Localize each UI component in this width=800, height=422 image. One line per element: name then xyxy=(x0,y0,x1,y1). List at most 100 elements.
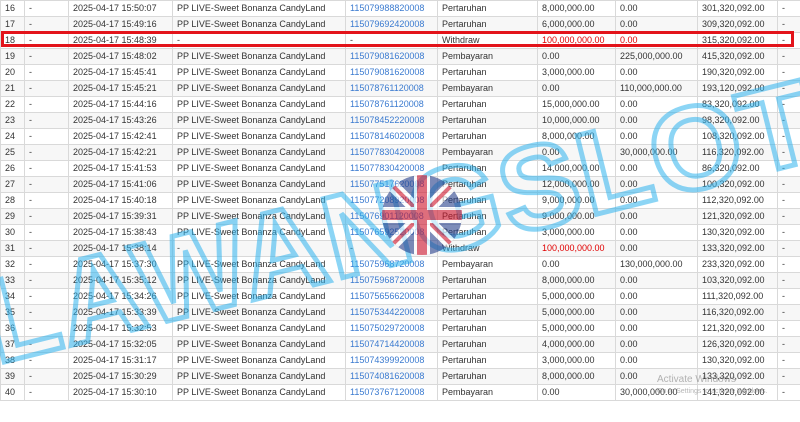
debit-amount-cell: 0.00 xyxy=(537,256,616,273)
trailing-dash-cell: - xyxy=(777,336,800,353)
debit-amount-cell: 5,000,000.00 xyxy=(537,320,616,337)
reference-link-cell[interactable]: 115077830420008 xyxy=(345,160,438,177)
reference-link-cell[interactable]: 115076901120008 xyxy=(345,208,438,225)
reference-link-cell[interactable]: 115075968720008 xyxy=(345,272,438,289)
dash-cell: - xyxy=(24,272,69,289)
reference-link-cell[interactable]: 115073767120008 xyxy=(345,384,438,401)
table-row: 16-2025-04-17 15:50:07 PP LIVE-Sweet Bona… xyxy=(0,0,800,17)
trailing-dash-cell: - xyxy=(777,80,800,97)
game-name-cell: PP LIVE-Sweet Bonanza CandyLand xyxy=(172,112,346,129)
table-row: 39-2025-04-17 15:30:29 PP LIVE-Sweet Bona… xyxy=(0,368,800,385)
reference-link-cell[interactable]: 115075029720008 xyxy=(345,320,438,337)
trailing-dash-cell: - xyxy=(777,384,800,401)
balance-cell: 121,320,092.00 xyxy=(697,320,778,337)
datetime-cell: 2025-04-17 15:45:21 xyxy=(68,80,173,97)
table-row: 37-2025-04-17 15:32:05 PP LIVE-Sweet Bona… xyxy=(0,336,800,353)
reference-link-cell[interactable]: 115078146020008 xyxy=(345,128,438,145)
transaction-type-cell: Pertaruhan xyxy=(437,272,538,289)
table-row: 20-2025-04-17 15:45:41 PP LIVE-Sweet Bona… xyxy=(0,64,800,81)
dash-cell: - xyxy=(24,48,69,65)
game-name-cell: PP LIVE-Sweet Bonanza CandyLand xyxy=(172,368,346,385)
game-name-cell: PP LIVE-Sweet Bonanza CandyLand xyxy=(172,288,346,305)
trailing-dash-cell: - xyxy=(777,240,800,257)
table-row: 24-2025-04-17 15:42:41 PP LIVE-Sweet Bona… xyxy=(0,128,800,145)
trailing-dash-cell: - xyxy=(777,352,800,369)
balance-cell: 108,320,092.00 xyxy=(697,128,778,145)
debit-amount-cell: 8,000,000.00 xyxy=(537,128,616,145)
datetime-cell: 2025-04-17 15:49:16 xyxy=(68,16,173,33)
credit-amount-cell: 130,000,000.00 xyxy=(615,256,698,273)
reference-link-cell[interactable]: 115075344220008 xyxy=(345,304,438,321)
trailing-dash-cell: - xyxy=(777,128,800,145)
transaction-type-cell: Pertaruhan xyxy=(437,96,538,113)
transaction-type-cell: Pembayaran xyxy=(437,384,538,401)
balance-cell: 193,120,092.00 xyxy=(697,80,778,97)
reference-link-cell[interactable]: 115076592520008 xyxy=(345,224,438,241)
dash-cell: - xyxy=(24,352,69,369)
balance-cell: 415,320,092.00 xyxy=(697,48,778,65)
row-number-cell: 28 xyxy=(0,192,25,209)
balance-cell: 133,320,092.00 xyxy=(697,368,778,385)
trailing-dash-cell: - xyxy=(777,192,800,209)
reference-link-cell[interactable]: 115075656620008 xyxy=(345,288,438,305)
reference-link-cell[interactable]: 115079081620008 xyxy=(345,64,438,81)
balance-cell: 100,320,092.00 xyxy=(697,176,778,193)
table-row: 23-2025-04-17 15:43:26 PP LIVE-Sweet Bona… xyxy=(0,112,800,129)
row-number-cell: 22 xyxy=(0,96,25,113)
reference-link-cell[interactable]: 115077830420008 xyxy=(345,144,438,161)
reference-link-cell[interactable]: 115075968720008 xyxy=(345,256,438,273)
dash-cell: - xyxy=(24,368,69,385)
datetime-cell: 2025-04-17 15:34:26 xyxy=(68,288,173,305)
datetime-cell: 2025-04-17 15:43:26 xyxy=(68,112,173,129)
reference-link-cell[interactable]: 115077517620008 xyxy=(345,176,438,193)
trailing-dash-cell: - xyxy=(777,256,800,273)
trailing-dash-cell: - xyxy=(777,0,800,17)
table-row: 34-2025-04-17 15:34:26 PP LIVE-Sweet Bona… xyxy=(0,288,800,305)
transaction-type-cell: Pertaruhan xyxy=(437,208,538,225)
balance-cell: 130,320,092.00 xyxy=(697,224,778,241)
datetime-cell: 2025-04-17 15:42:21 xyxy=(68,144,173,161)
dash-cell: - xyxy=(24,160,69,177)
reference-link-cell[interactable]: 115074399920008 xyxy=(345,352,438,369)
dash-cell: - xyxy=(24,192,69,209)
table-row: 36-2025-04-17 15:32:53 PP LIVE-Sweet Bona… xyxy=(0,320,800,337)
row-number-cell: 17 xyxy=(0,16,25,33)
table-row: 27-2025-04-17 15:41:06 PP LIVE-Sweet Bona… xyxy=(0,176,800,193)
datetime-cell: 2025-04-17 15:30:29 xyxy=(68,368,173,385)
reference-link-cell[interactable]: 115079081620008 xyxy=(345,48,438,65)
reference-link-cell[interactable]: 115079988820008 xyxy=(345,0,438,17)
debit-amount-cell: 0.00 xyxy=(537,384,616,401)
transaction-type-cell: Pertaruhan xyxy=(437,16,538,33)
row-number-cell: 20 xyxy=(0,64,25,81)
transaction-type-cell: Pembayaran xyxy=(437,48,538,65)
reference-link-cell[interactable]: 115078452220008 xyxy=(345,112,438,129)
debit-amount-cell: 12,000,000.00 xyxy=(537,176,616,193)
balance-cell: 112,320,092.00 xyxy=(697,192,778,209)
dash-cell: - xyxy=(24,320,69,337)
trailing-dash-cell: - xyxy=(777,272,800,289)
trailing-dash-cell: - xyxy=(777,224,800,241)
reference-link-cell[interactable]: 115074714420008 xyxy=(345,336,438,353)
reference-link-cell[interactable]: 115074081620008 xyxy=(345,368,438,385)
datetime-cell: 2025-04-17 15:50:07 xyxy=(68,0,173,17)
credit-amount-cell: 0.00 xyxy=(615,208,698,225)
game-name-cell: PP LIVE-Sweet Bonanza CandyLand xyxy=(172,304,346,321)
balance-cell: 309,320,092.00 xyxy=(697,16,778,33)
reference-link-cell[interactable]: 115077208920008 xyxy=(345,192,438,209)
dash-cell: - xyxy=(24,96,69,113)
credit-amount-cell: 0.00 xyxy=(615,272,698,289)
dash-cell: - xyxy=(24,208,69,225)
table-row: 18-2025-04-17 15:48:39- - Withdraw 100,000,… xyxy=(0,32,800,49)
row-number-cell: 25 xyxy=(0,144,25,161)
reference-link-cell[interactable]: 115078761120008 xyxy=(345,80,438,97)
reference-link-cell[interactable]: 115078761120008 xyxy=(345,96,438,113)
row-number-cell: 18 xyxy=(0,32,25,49)
trailing-dash-cell: - xyxy=(777,16,800,33)
game-name-cell: PP LIVE-Sweet Bonanza CandyLand xyxy=(172,192,346,209)
debit-amount-cell: 100,000,000.00 xyxy=(537,240,616,257)
balance-cell: 111,320,092.00 xyxy=(697,288,778,305)
transaction-type-cell: Withdraw xyxy=(437,240,538,257)
transaction-type-cell: Pertaruhan xyxy=(437,192,538,209)
reference-link-cell[interactable]: 115079692420008 xyxy=(345,16,438,33)
row-number-cell: 39 xyxy=(0,368,25,385)
